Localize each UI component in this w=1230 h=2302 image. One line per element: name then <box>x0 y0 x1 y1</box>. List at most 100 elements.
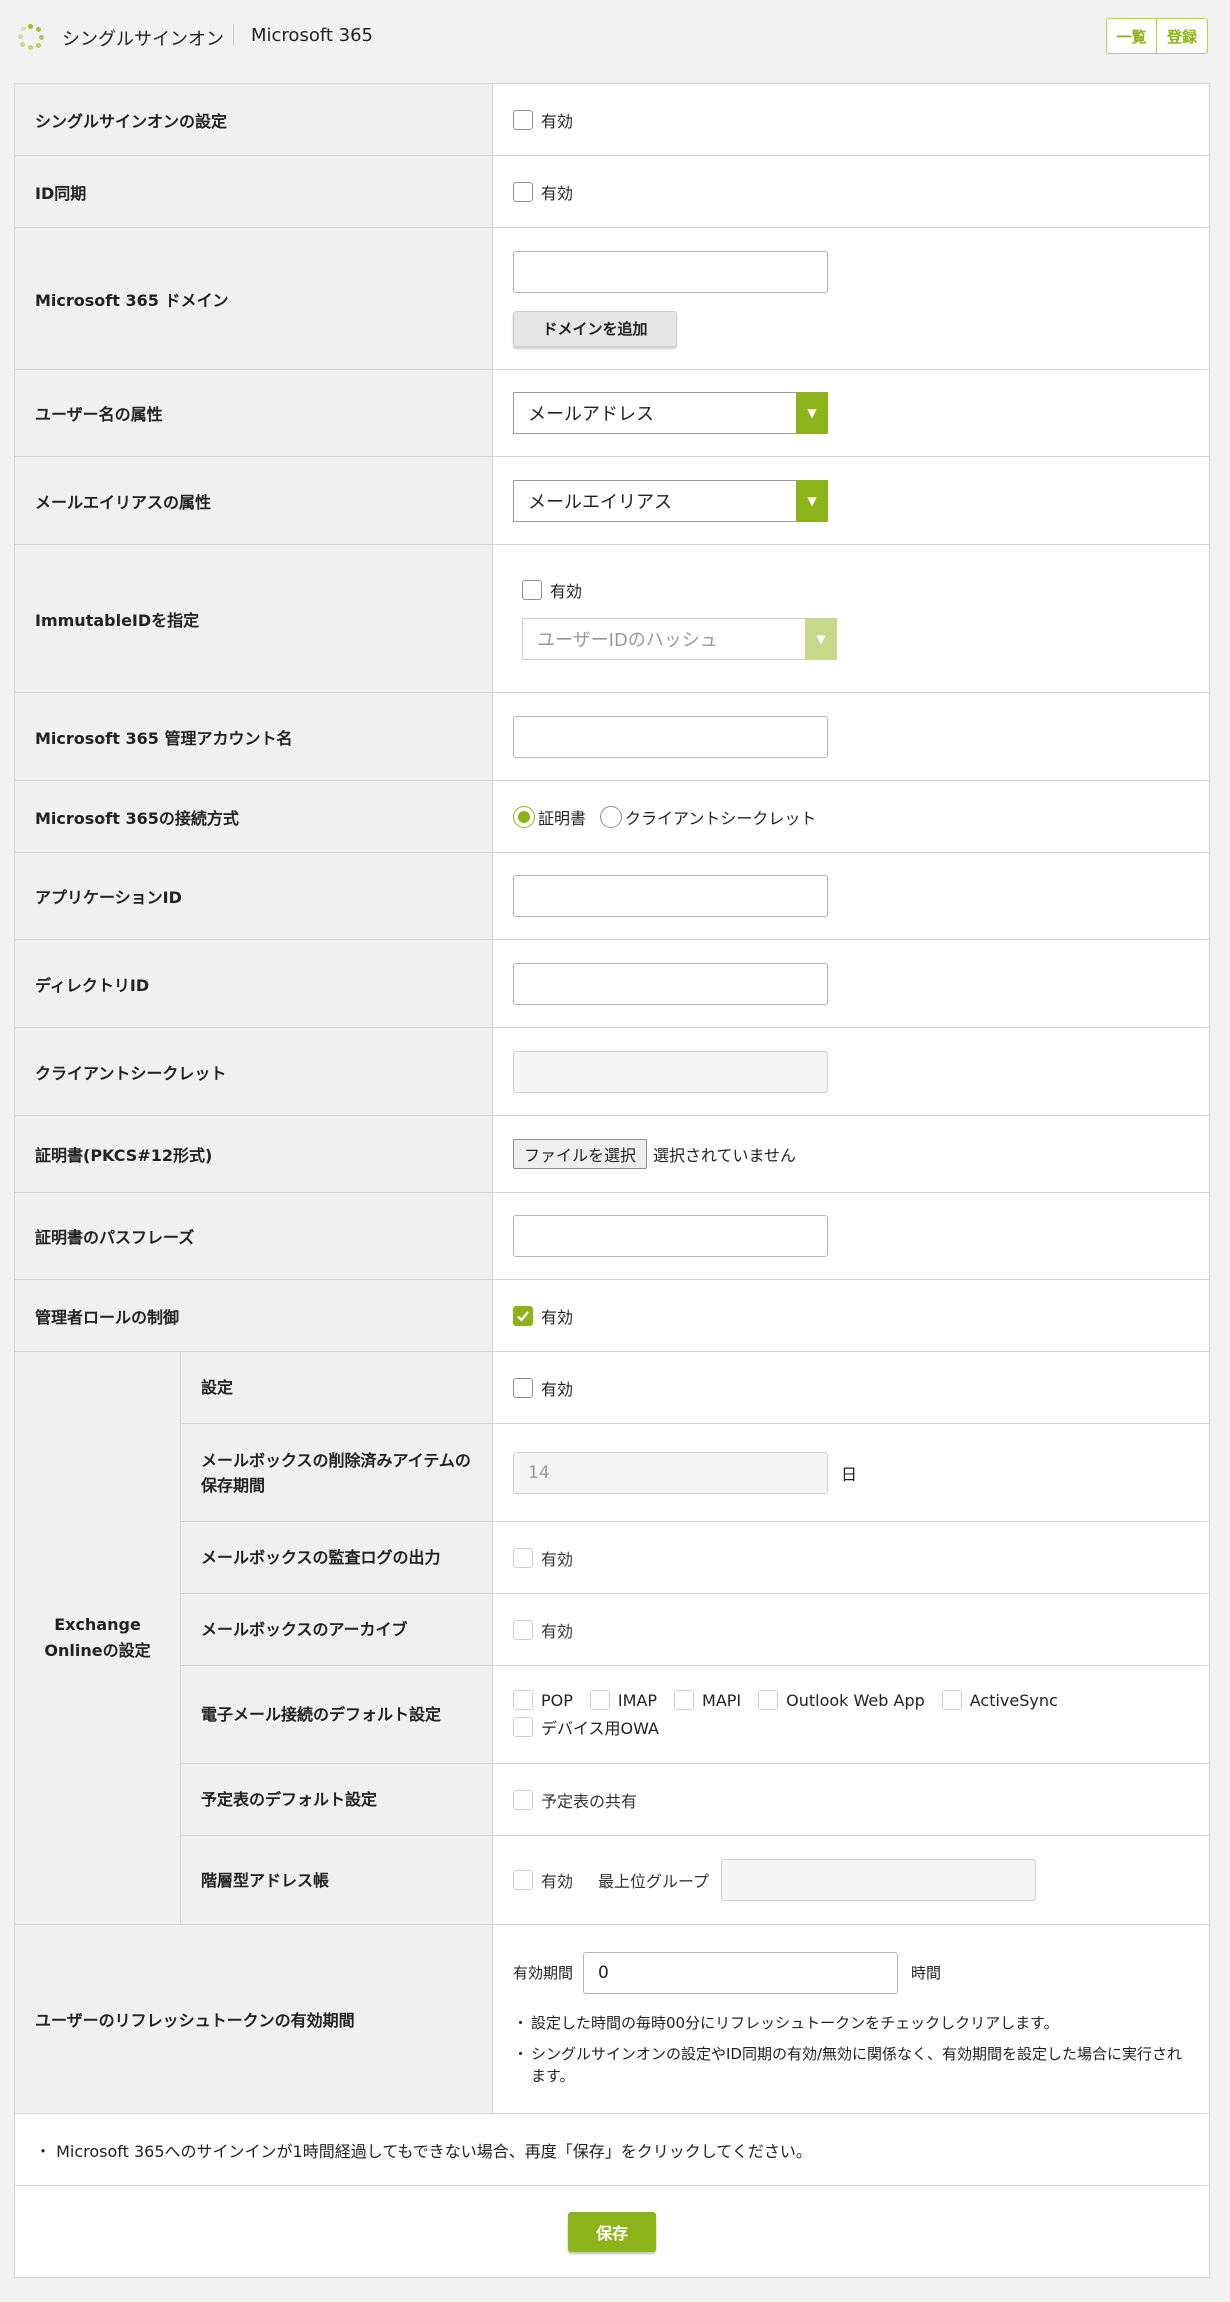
email-conn-owa-label: Outlook Web App <box>786 1690 925 1710</box>
email-conn-imap-label: IMAP <box>617 1690 658 1710</box>
app-id-input[interactable] <box>513 875 828 917</box>
connection-secret-label: クライアントシークレット <box>625 808 817 828</box>
admin-account-input[interactable] <box>513 715 828 758</box>
sso-checkbox-label: 有効 <box>541 111 574 131</box>
checkbox-icon <box>513 1690 533 1710</box>
id-sync-checkbox[interactable]: 有効 <box>513 180 573 204</box>
passphrase-input[interactable] <box>513 1215 828 1257</box>
row-username-attr: ユーザー名の属性 メールアドレス ▼ <box>15 370 1209 457</box>
email-conn-owa-checkbox[interactable]: Outlook Web App <box>758 1690 925 1710</box>
email-conn-mapi-checkbox[interactable]: MAPI <box>674 1690 741 1710</box>
row-directory-id: ディレクトリID <box>15 940 1209 1028</box>
refresh-token-unit: 時間 <box>911 1964 942 1982</box>
checkbox-icon <box>513 1377 533 1398</box>
checkbox-icon <box>674 1690 695 1710</box>
email-conn-activesync-checkbox[interactable]: ActiveSync <box>941 1690 1058 1710</box>
immutable-id-checkbox[interactable]: 有効 <box>522 578 582 602</box>
retention-input[interactable]: 14 <box>513 1451 828 1494</box>
row-email-connection: 電子メール接続のデフォルト設定 POP IMAP MAPI Outlook We… <box>181 1666 1209 1764</box>
row-sso: シングルサインオンの設定 有効 <box>15 84 1209 156</box>
checkbox-icon <box>941 1690 962 1710</box>
register-button[interactable]: 登録 <box>1157 18 1208 54</box>
exchange-settings-label: 設定 <box>181 1352 493 1423</box>
domain-input[interactable] <box>513 250 828 293</box>
client-secret-label: クライアントシークレット <box>15 1028 493 1115</box>
calendar-share-checkbox[interactable]: 予定表の共有 <box>513 1788 637 1812</box>
row-client-secret: クライアントシークレット <box>15 1028 1209 1116</box>
passphrase-label: 証明書のパスフレーズ <box>15 1193 493 1279</box>
list-button[interactable]: 一覧 <box>1106 18 1157 54</box>
retention-label: メールボックスの削除済みアイテムの保存期間 <box>181 1424 493 1521</box>
email-conn-device-owa-checkbox[interactable]: デバイス用OWA <box>513 1715 659 1739</box>
footer-note: ・ Microsoft 365へのサインインが1時間経過してもできない場合、再度… <box>15 2114 1209 2186</box>
settings-form: シングルサインオンの設定 有効 ID同期 有効 Microsoft 365 ドメ… <box>14 83 1210 2278</box>
row-app-id: アプリケーションID <box>15 853 1209 940</box>
exchange-settings-checkbox[interactable]: 有効 <box>513 1376 573 1400</box>
archive-checkbox-label: 有効 <box>541 1621 574 1641</box>
audit-log-label: メールボックスの監査ログの出力 <box>181 1522 493 1593</box>
admin-role-label: 管理者ロールの制御 <box>15 1280 493 1351</box>
mail-alias-attr-select[interactable]: メールエイリアス ▼ <box>513 479 828 522</box>
username-attr-selected: メールアドレス <box>528 404 654 425</box>
client-secret-input[interactable] <box>513 1050 828 1093</box>
admin-role-checkbox[interactable]: 有効 <box>513 1304 573 1328</box>
header-buttons: 一覧 登録 <box>1106 18 1208 54</box>
username-attr-label: ユーザー名の属性 <box>15 370 493 456</box>
immutable-id-checkbox-label: 有効 <box>550 581 583 601</box>
row-audit-log: メールボックスの監査ログの出力 有効 <box>181 1522 1209 1594</box>
refresh-token-label: ユーザーのリフレッシュトークンの有効期間 <box>15 1925 493 2113</box>
checkbox-icon <box>513 181 533 202</box>
email-conn-pop-label: POP <box>541 1690 573 1710</box>
refresh-token-input[interactable]: 0 <box>583 1951 899 1994</box>
username-attr-select[interactable]: メールアドレス ▼ <box>513 392 828 434</box>
admin-account-label: Microsoft 365 管理アカウント名 <box>15 693 493 780</box>
top-group-label: 最上位グループ <box>598 1872 710 1891</box>
radio-selected-icon <box>513 805 535 828</box>
row-mail-alias-attr: メールエイリアスの属性 メールエイリアス ▼ <box>15 457 1209 545</box>
connection-radio-certificate[interactable]: 証明書 <box>513 805 586 829</box>
checkbox-icon <box>758 1690 779 1710</box>
dropdown-arrow-icon: ▼ <box>796 479 828 522</box>
certificate-label: 証明書(PKCS#12形式) <box>15 1116 493 1192</box>
refresh-token-notes: ・ 設定した時間の毎時00分にリフレッシュトークンをチェックしクリアします。 ・… <box>513 2012 1193 2087</box>
app-id-label: アプリケーションID <box>15 853 493 939</box>
loading-spinner-icon <box>18 24 44 50</box>
immutable-id-label: ImmutableIDを指定 <box>15 545 493 692</box>
archive-label: メールボックスのアーカイブ <box>181 1594 493 1665</box>
checkbox-icon <box>522 579 542 600</box>
row-immutable-id: ImmutableIDを指定 有効 ユーザーIDのハッシュ ▼ <box>15 545 1209 693</box>
checkbox-icon <box>513 109 533 130</box>
period-label: 有効期間 <box>513 1964 574 1982</box>
directory-id-input[interactable] <box>513 962 828 1005</box>
row-retention: メールボックスの削除済みアイテムの保存期間 14 日 <box>181 1424 1209 1522</box>
add-domain-button[interactable]: ドメインを追加 <box>513 310 677 347</box>
immutable-id-select[interactable]: ユーザーIDのハッシュ ▼ <box>522 617 837 660</box>
bullet-icon: ・ <box>513 2044 529 2063</box>
address-book-checkbox[interactable]: 有効 <box>513 1868 573 1892</box>
row-passphrase: 証明書のパスフレーズ <box>15 1193 1209 1280</box>
choose-file-button[interactable]: ファイルを選択 <box>513 1139 648 1169</box>
top-group-input[interactable] <box>721 1859 1037 1901</box>
row-address-book: 階層型アドレス帳 有効 最上位グループ <box>181 1836 1209 1924</box>
audit-log-checkbox[interactable]: 有効 <box>513 1546 573 1570</box>
domain-label: Microsoft 365 ドメイン <box>15 228 493 369</box>
retention-unit: 日 <box>841 1464 858 1484</box>
save-button[interactable]: 保存 <box>568 2211 656 2252</box>
address-book-label: 階層型アドレス帳 <box>181 1836 493 1924</box>
directory-id-label: ディレクトリID <box>15 940 493 1027</box>
breadcrumb-separator <box>233 24 234 46</box>
exchange-group-label: Exchange Onlineの設定 <box>15 1352 181 1924</box>
mail-alias-attr-selected: メールエイリアス <box>528 491 672 513</box>
checkmark-icon <box>513 1305 533 1326</box>
refresh-note-2: シングルサインオンの設定やID同期の有効/無効に関係なく、有効期間を設定した場合… <box>531 2044 1183 2085</box>
sso-checkbox[interactable]: 有効 <box>513 108 573 132</box>
page-title: Microsoft 365 <box>251 25 373 46</box>
row-calendar: 予定表のデフォルト設定 予定表の共有 <box>181 1764 1209 1836</box>
email-conn-pop-checkbox[interactable]: POP <box>513 1690 573 1710</box>
row-connection: Microsoft 365の接続方式 証明書 クライアントシークレット <box>15 781 1209 853</box>
archive-checkbox[interactable]: 有効 <box>513 1618 573 1642</box>
email-conn-imap-checkbox[interactable]: IMAP <box>589 1690 658 1710</box>
row-archive: メールボックスのアーカイブ 有効 <box>181 1594 1209 1666</box>
connection-radio-secret[interactable]: クライアントシークレット <box>600 805 816 829</box>
email-conn-activesync-label: ActiveSync <box>969 1690 1058 1710</box>
